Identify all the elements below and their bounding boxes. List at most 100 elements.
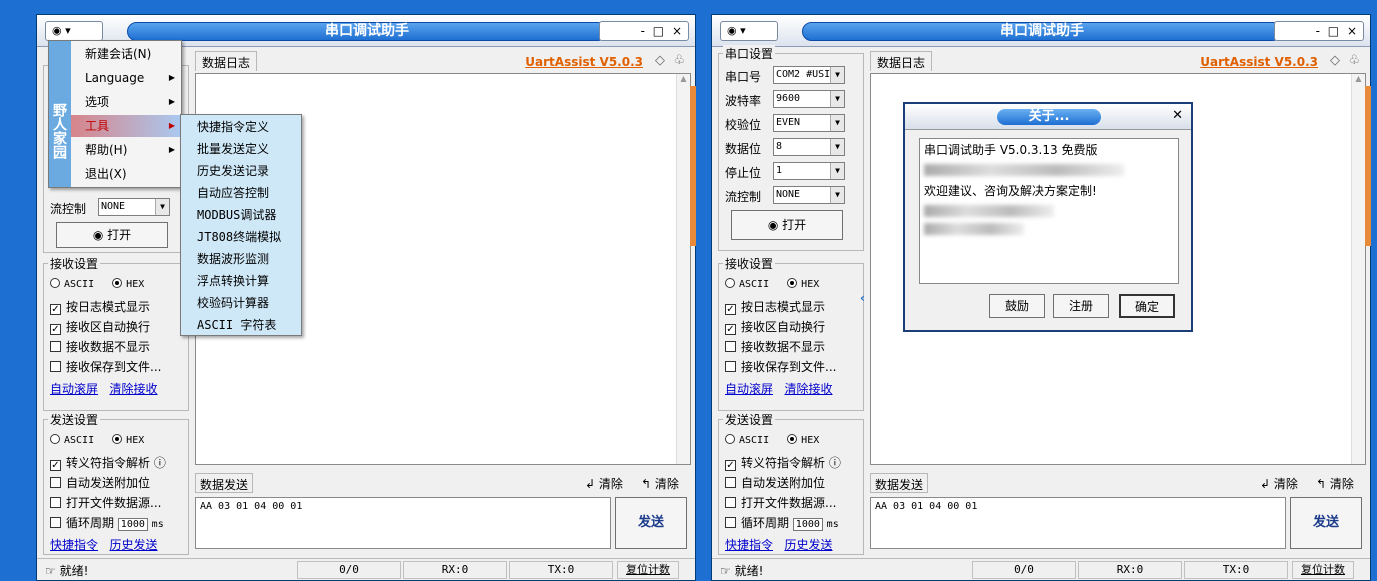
stopbits-combo[interactable]: 1 ▼ bbox=[773, 162, 845, 180]
escape-option[interactable]: ✓ 转义符指令解析 ⓘ bbox=[725, 454, 841, 471]
send-hex-radio[interactable] bbox=[112, 434, 123, 444]
menu-item-language[interactable]: Language ▶ bbox=[71, 67, 181, 89]
cycle-option[interactable]: 循环周期 1000 ms bbox=[725, 514, 839, 531]
send-ascii-radio[interactable] bbox=[725, 434, 735, 444]
submenu-shortcut-define[interactable]: 快捷指令定义 bbox=[181, 116, 301, 138]
brand-link[interactable]: UartAssist V5.0.3 bbox=[1200, 55, 1318, 69]
shortcut-link[interactable]: 快捷指令 bbox=[50, 538, 98, 552]
shortcut-link[interactable]: 快捷指令 bbox=[725, 538, 773, 552]
window-controls[interactable]: - □ × bbox=[599, 21, 689, 41]
open-file-option[interactable]: 打开文件数据源... bbox=[725, 494, 836, 511]
send-button[interactable]: 发送 bbox=[1290, 497, 1362, 549]
submenu-jt808[interactable]: JT808终端模拟 bbox=[181, 226, 301, 248]
reset-count-button[interactable]: 复位计数 bbox=[617, 561, 679, 579]
open-port-button[interactable]: ◉ 打开 bbox=[731, 210, 843, 240]
cycle-input[interactable]: 1000 bbox=[117, 518, 148, 531]
about-title-bar[interactable]: 关于... ✕ bbox=[905, 104, 1191, 130]
info-icon[interactable]: ⓘ bbox=[829, 456, 841, 470]
donate-button[interactable]: 鼓励 bbox=[989, 294, 1045, 318]
no-display-option[interactable]: 接收数据不显示 bbox=[50, 338, 150, 355]
autoscroll-link[interactable]: 自动滚屏 bbox=[725, 382, 773, 396]
cycle-option[interactable]: 循环周期 1000 ms bbox=[50, 514, 164, 531]
title-bar[interactable]: ◉ ▾ 串口调试助手 ⊣ - □ × bbox=[712, 15, 1370, 47]
send-ascii-radio[interactable] bbox=[50, 434, 60, 444]
menu-item-new-session[interactable]: 新建会话(N) bbox=[71, 43, 181, 65]
register-button[interactable]: 注册 bbox=[1053, 294, 1109, 318]
send-button[interactable]: 发送 bbox=[615, 497, 687, 549]
check-icon[interactable]: ✓ bbox=[725, 304, 736, 315]
clear-send-button[interactable]: ↲ 清除 bbox=[1260, 475, 1298, 492]
log-mode-option[interactable]: ✓ 按日志模式显示 bbox=[50, 298, 150, 315]
clear-receive-link[interactable]: 清除接收 bbox=[784, 382, 832, 396]
check-icon[interactable]: ✓ bbox=[725, 460, 736, 471]
open-file-option[interactable]: 打开文件数据源... bbox=[50, 494, 161, 511]
system-menu-button[interactable]: ◉ ▾ bbox=[720, 21, 778, 41]
baud-combo[interactable]: 9600 ▼ bbox=[773, 90, 845, 108]
brand-link[interactable]: UartAssist V5.0.3 bbox=[525, 55, 643, 69]
open-port-button[interactable]: ◉ 打开 bbox=[56, 222, 168, 248]
checkbox-empty[interactable] bbox=[725, 517, 736, 528]
send-hex-radio[interactable] bbox=[787, 434, 798, 444]
check-icon[interactable]: ✓ bbox=[50, 324, 61, 335]
menu-item-tools[interactable]: 工具 ▶ bbox=[71, 115, 181, 137]
menu-item-help[interactable]: 帮助(H) ▶ bbox=[71, 139, 181, 161]
submenu-ascii-table[interactable]: ASCII 字符表 bbox=[181, 314, 301, 336]
receive-ascii-radio[interactable] bbox=[50, 278, 60, 288]
submenu-history[interactable]: 历史发送记录 bbox=[181, 160, 301, 182]
info-icon[interactable]: ⓘ bbox=[154, 456, 166, 470]
submenu-modbus[interactable]: MODBUS调试器 bbox=[181, 204, 301, 226]
tab-send[interactable]: 数据发送 bbox=[870, 473, 929, 493]
submenu-batch-send[interactable]: 批量发送定义 bbox=[181, 138, 301, 160]
flow-combo[interactable]: NONE ▼ bbox=[98, 198, 170, 216]
checkbox-empty[interactable] bbox=[50, 361, 61, 372]
autowrap-option[interactable]: ✓ 接收区自动换行 bbox=[725, 318, 825, 335]
submenu-float-convert[interactable]: 浮点转换计算 bbox=[181, 270, 301, 292]
scrollbar[interactable]: ▲ bbox=[1351, 74, 1365, 464]
tab-send[interactable]: 数据发送 bbox=[195, 473, 254, 493]
send-input[interactable]: AA 03 01 04 00 01 bbox=[870, 497, 1286, 549]
scrollbar[interactable]: ▲ bbox=[676, 74, 690, 464]
parity-combo[interactable]: EVEN ▼ bbox=[773, 114, 845, 132]
gem-icon[interactable]: ◇ bbox=[655, 53, 665, 68]
append-option[interactable]: 自动发送附加位 bbox=[50, 474, 150, 491]
flow-combo[interactable]: NONE ▼ bbox=[773, 186, 845, 204]
check-icon[interactable]: ✓ bbox=[725, 324, 736, 335]
autowrap-option[interactable]: ✓ 接收区自动换行 bbox=[50, 318, 150, 335]
clear-receive-link[interactable]: 清除接收 bbox=[109, 382, 157, 396]
escape-option[interactable]: ✓ 转义符指令解析 ⓘ bbox=[50, 454, 166, 471]
check-icon[interactable]: ✓ bbox=[50, 460, 61, 471]
history-link[interactable]: 历史发送 bbox=[784, 538, 832, 552]
autoscroll-link[interactable]: 自动滚屏 bbox=[50, 382, 98, 396]
receive-hex-radio[interactable] bbox=[112, 278, 123, 288]
bell-icon[interactable]: ♧ bbox=[1348, 53, 1360, 68]
gem-icon[interactable]: ◇ bbox=[1330, 53, 1340, 68]
checkbox-empty[interactable] bbox=[725, 341, 736, 352]
receive-ascii-radio[interactable] bbox=[725, 278, 735, 288]
menu-item-options[interactable]: 选项 ▶ bbox=[71, 91, 181, 113]
close-icon[interactable]: ✕ bbox=[1172, 108, 1183, 123]
checkbox-empty[interactable] bbox=[725, 497, 736, 508]
clear-all-button[interactable]: ↰ 清除 bbox=[641, 475, 679, 492]
checkbox-empty[interactable] bbox=[725, 477, 736, 488]
submenu-waveform[interactable]: 数据波形监测 bbox=[181, 248, 301, 270]
port-combo[interactable]: COM2 #USI ▼ bbox=[773, 66, 845, 84]
log-mode-option[interactable]: ✓ 按日志模式显示 bbox=[725, 298, 825, 315]
clear-send-button[interactable]: ↲ 清除 bbox=[585, 475, 623, 492]
ok-button[interactable]: 确定 bbox=[1119, 294, 1175, 318]
checkbox-empty[interactable] bbox=[50, 497, 61, 508]
submenu-auto-reply[interactable]: 自动应答控制 bbox=[181, 182, 301, 204]
no-display-option[interactable]: 接收数据不显示 bbox=[725, 338, 825, 355]
receive-hex-radio[interactable] bbox=[787, 278, 798, 288]
checkbox-empty[interactable] bbox=[50, 341, 61, 352]
checkbox-empty[interactable] bbox=[50, 477, 61, 488]
submenu-checksum[interactable]: 校验码计算器 bbox=[181, 292, 301, 314]
window-controls[interactable]: - □ × bbox=[1274, 21, 1364, 41]
send-input[interactable]: AA 03 01 04 00 01 bbox=[195, 497, 611, 549]
system-menu-button[interactable]: ◉ ▾ bbox=[45, 21, 103, 41]
checkbox-empty[interactable] bbox=[50, 517, 61, 528]
checkbox-empty[interactable] bbox=[725, 361, 736, 372]
append-option[interactable]: 自动发送附加位 bbox=[725, 474, 825, 491]
save-file-option[interactable]: 接收保存到文件... bbox=[50, 358, 161, 375]
history-link[interactable]: 历史发送 bbox=[109, 538, 157, 552]
check-icon[interactable]: ✓ bbox=[50, 304, 61, 315]
